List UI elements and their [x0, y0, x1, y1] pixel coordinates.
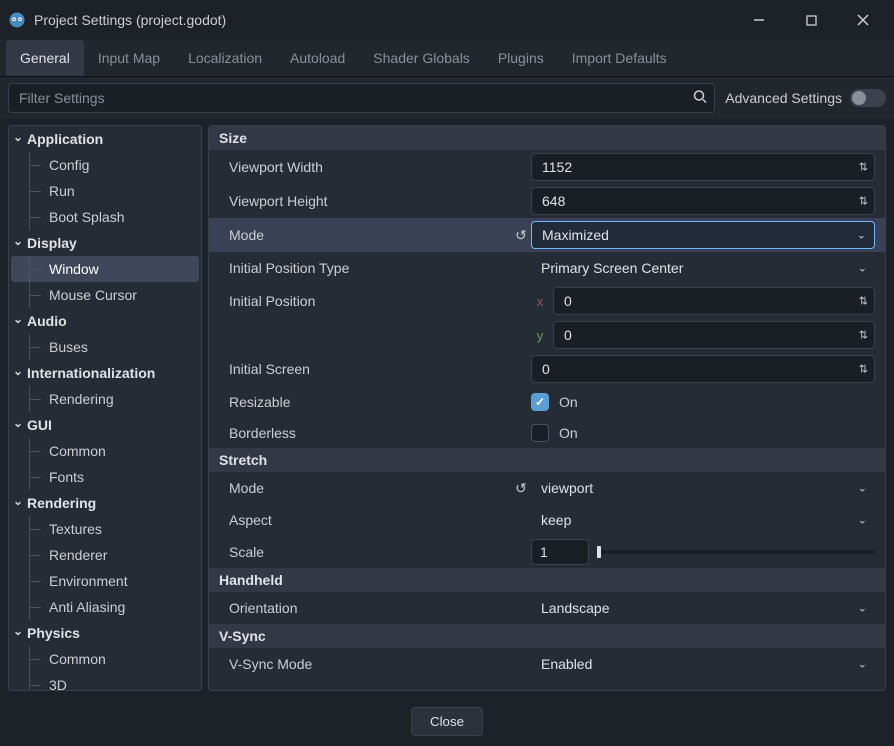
tree-item-textures[interactable]: Textures — [11, 516, 199, 542]
tree-category-application[interactable]: Application — [9, 126, 201, 152]
tree-item-renderer[interactable]: Renderer — [11, 542, 199, 568]
resizable-checkbox[interactable] — [531, 393, 549, 411]
tree-item-config[interactable]: Config — [11, 152, 199, 178]
tree-item-physics-3d[interactable]: 3D — [11, 672, 199, 691]
tab-import-defaults[interactable]: Import Defaults — [558, 40, 681, 76]
tree-item-boot-splash[interactable]: Boot Splash — [11, 204, 199, 230]
initial-position-y-input[interactable]: 0⇅ — [553, 321, 875, 349]
label-initial-position-type: Initial Position Type — [219, 260, 531, 276]
spinner-arrows-icon[interactable]: ⇅ — [859, 363, 868, 376]
chevron-down-icon: ⌄ — [857, 229, 866, 242]
label-aspect: Aspect — [219, 512, 531, 528]
filter-settings-input[interactable] — [8, 83, 715, 113]
close-dialog-button[interactable]: Close — [411, 707, 483, 736]
tab-localization[interactable]: Localization — [174, 40, 276, 76]
label-orientation: Orientation — [219, 600, 531, 616]
borderless-value: On — [559, 425, 578, 441]
scale-input[interactable]: 1 — [531, 539, 589, 565]
tree-item-rendering-i18n[interactable]: Rendering — [11, 386, 199, 412]
close-button[interactable] — [840, 5, 886, 35]
section-size[interactable]: Size — [209, 126, 885, 150]
tree-category-gui[interactable]: GUI — [9, 412, 201, 438]
advanced-settings-toggle[interactable] — [850, 89, 886, 107]
advanced-settings-label: Advanced Settings — [725, 90, 842, 106]
label-borderless: Borderless — [219, 425, 531, 441]
label-viewport-height: Viewport Height — [219, 193, 531, 209]
tree-item-anti-aliasing[interactable]: Anti Aliasing — [11, 594, 199, 620]
tab-input-map[interactable]: Input Map — [84, 40, 174, 76]
tab-general[interactable]: General — [6, 40, 84, 76]
orientation-dropdown[interactable]: Landscape⌄ — [531, 595, 875, 621]
label-vsync-mode: V-Sync Mode — [219, 656, 531, 672]
vsync-mode-dropdown[interactable]: Enabled⌄ — [531, 651, 875, 677]
tree-item-gui-common[interactable]: Common — [11, 438, 199, 464]
label-mode: Mode — [219, 227, 511, 243]
y-axis-label: y — [531, 328, 549, 343]
chevron-down-icon: ⌄ — [858, 658, 867, 671]
tree-category-audio[interactable]: Audio — [9, 308, 201, 334]
spinner-arrows-icon[interactable]: ⇅ — [859, 161, 868, 174]
chevron-down-icon: ⌄ — [858, 602, 867, 615]
tree-item-window[interactable]: Window — [11, 256, 199, 282]
toolbar: Advanced Settings — [0, 77, 894, 119]
tree-item-environment[interactable]: Environment — [11, 568, 199, 594]
viewport-height-input[interactable]: 648⇅ — [531, 187, 875, 215]
tab-autoload[interactable]: Autoload — [276, 40, 359, 76]
reset-icon[interactable]: ↺ — [511, 480, 531, 497]
label-scale: Scale — [219, 544, 531, 560]
aspect-dropdown[interactable]: keep⌄ — [531, 507, 875, 533]
tree-item-mouse-cursor[interactable]: Mouse Cursor — [11, 282, 199, 308]
tree-category-display[interactable]: Display — [9, 230, 201, 256]
resizable-value: On — [559, 394, 578, 410]
mode-dropdown[interactable]: Maximized⌄ — [531, 221, 875, 249]
godot-icon — [8, 11, 26, 29]
spinner-arrows-icon[interactable]: ⇅ — [859, 329, 868, 342]
label-initial-position: Initial Position — [219, 293, 531, 309]
tab-bar: General Input Map Localization Autoload … — [0, 40, 894, 77]
scale-slider[interactable] — [597, 550, 875, 554]
minimize-button[interactable] — [736, 5, 782, 35]
stretch-mode-dropdown[interactable]: viewport⌄ — [531, 475, 875, 501]
tree-category-physics[interactable]: Physics — [9, 620, 201, 646]
section-stretch[interactable]: Stretch — [209, 448, 885, 472]
title-bar: Project Settings (project.godot) — [0, 0, 894, 40]
spinner-arrows-icon[interactable]: ⇅ — [859, 295, 868, 308]
tree-category-internationalization[interactable]: Internationalization — [9, 360, 201, 386]
tree-item-physics-common[interactable]: Common — [11, 646, 199, 672]
search-icon — [693, 90, 707, 107]
spinner-arrows-icon[interactable]: ⇅ — [859, 195, 868, 208]
tree-item-gui-fonts[interactable]: Fonts — [11, 464, 199, 490]
chevron-down-icon: ⌄ — [858, 514, 867, 527]
section-vsync[interactable]: V-Sync — [209, 624, 885, 648]
tree-category-rendering[interactable]: Rendering — [9, 490, 201, 516]
window-title: Project Settings (project.godot) — [34, 12, 226, 28]
chevron-down-icon: ⌄ — [858, 482, 867, 495]
section-handheld[interactable]: Handheld — [209, 568, 885, 592]
label-resizable: Resizable — [219, 394, 531, 410]
borderless-checkbox[interactable] — [531, 424, 549, 442]
viewport-width-input[interactable]: 1152⇅ — [531, 153, 875, 181]
tree-item-buses[interactable]: Buses — [11, 334, 199, 360]
label-stretch-mode: Mode — [219, 480, 511, 496]
properties-panel: Size Viewport Width 1152⇅ Viewport Heigh… — [208, 125, 886, 691]
initial-screen-input[interactable]: 0⇅ — [531, 355, 875, 383]
tree-item-run[interactable]: Run — [11, 178, 199, 204]
x-axis-label: x — [531, 294, 549, 309]
label-initial-screen: Initial Screen — [219, 361, 531, 377]
initial-position-type-dropdown[interactable]: Primary Screen Center⌄ — [531, 255, 875, 281]
label-viewport-width: Viewport Width — [219, 159, 531, 175]
tab-shader-globals[interactable]: Shader Globals — [359, 40, 484, 76]
tab-plugins[interactable]: Plugins — [484, 40, 558, 76]
settings-tree[interactable]: Application Config Run Boot Splash Displ… — [8, 125, 202, 691]
maximize-button[interactable] — [788, 5, 834, 35]
reset-icon[interactable]: ↺ — [511, 227, 531, 244]
initial-position-x-input[interactable]: 0⇅ — [553, 287, 875, 315]
chevron-down-icon: ⌄ — [858, 262, 867, 275]
